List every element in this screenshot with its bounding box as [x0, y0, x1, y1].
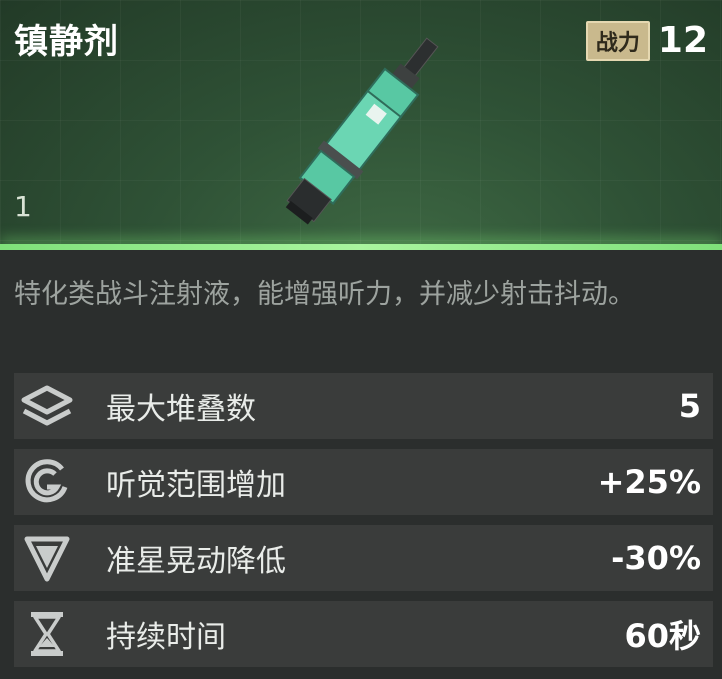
stat-label: 最大堆叠数: [106, 392, 256, 427]
stat-value: -30%: [611, 539, 701, 577]
item-header: 镇静剂 战力 12 1: [0, 0, 722, 250]
item-count: 1: [14, 190, 32, 223]
power-rating: 战力 12: [585, 20, 708, 61]
stat-value: 5: [678, 387, 701, 425]
item-description: 特化类战斗注射液，能增强听力，并减少射击抖动。: [14, 279, 635, 310]
stat-label: 听觉范围增加: [106, 468, 286, 503]
hearing-icon: [14, 449, 80, 515]
stat-row-crosshair-sway: 准星晃动降低 -30%: [14, 525, 713, 591]
stat-label: 持续时间: [106, 620, 226, 655]
power-badge: 战力: [585, 20, 650, 61]
stat-row-hearing-range: 听觉范围增加 +25%: [14, 449, 713, 515]
hourglass-icon: [14, 601, 80, 667]
stat-label: 准星晃动降低: [106, 544, 286, 579]
stat-row-duration: 持续时间 60秒: [14, 601, 713, 667]
stat-row-max-stack: 最大堆叠数 5: [14, 373, 713, 439]
stack-icon: [14, 373, 80, 439]
stat-value: 60秒: [624, 617, 701, 655]
power-value: 12: [657, 20, 708, 61]
syringe-image: [285, 37, 439, 225]
crosshair-down-icon: [14, 525, 80, 591]
item-name: 镇静剂: [14, 22, 119, 62]
stat-value: +25%: [597, 463, 701, 501]
rarity-glow-bar: [0, 244, 722, 250]
